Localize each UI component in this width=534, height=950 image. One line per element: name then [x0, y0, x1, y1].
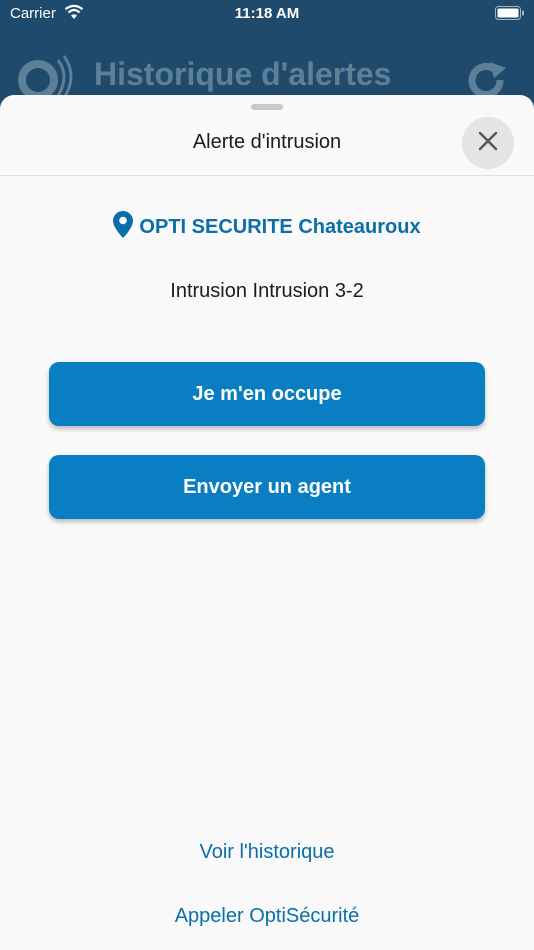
view-history-link[interactable]: Voir l'historique [0, 841, 534, 864]
location-label: OPTI SECURITE Chateauroux [0, 211, 534, 244]
status-bar: Carrier 11:18 AM [0, 0, 534, 28]
alert-sheet: Alerte d'intrusion OPTI SECURITE Chateau… [0, 95, 534, 950]
location-name: OPTI SECURITE Chateauroux [139, 216, 421, 238]
location-pin-icon [113, 211, 134, 244]
status-time: 11:18 AM [234, 5, 300, 22]
send-agent-button[interactable]: Envoyer un agent [49, 455, 485, 519]
sheet-header: Alerte d'intrusion [0, 95, 534, 176]
close-button[interactable] [462, 117, 514, 169]
close-icon [478, 131, 498, 156]
call-optisecurite-link[interactable]: Appeler OptiSécurité [0, 905, 534, 928]
handle-alert-button[interactable]: Je m'en occupe [49, 362, 485, 426]
sheet-title: Alerte d'intrusion [192, 131, 342, 153]
battery-icon [495, 6, 525, 24]
background-page-title: Historique d'alertes [94, 56, 392, 92]
alert-detail: Intrusion Intrusion 3-2 [170, 280, 364, 302]
